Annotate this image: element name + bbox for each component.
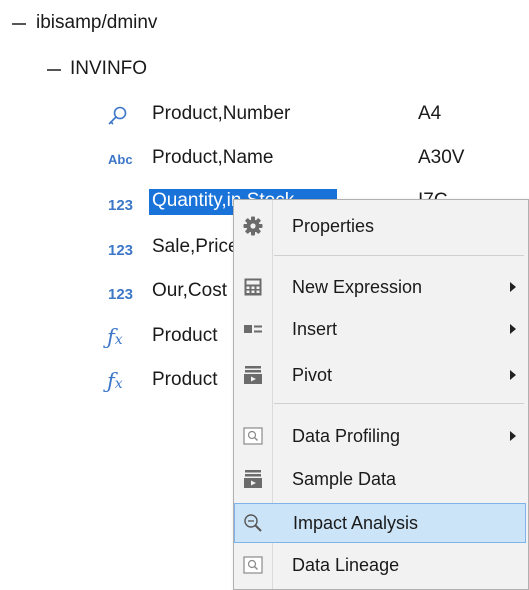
data-profiling-icon: [243, 426, 263, 446]
submenu-arrow-icon: [510, 282, 516, 292]
menu-item-insert[interactable]: Insert: [234, 310, 526, 348]
field-name[interactable]: Product,Name: [152, 146, 273, 170]
pivot-icon: [243, 365, 263, 385]
function-icon: ƒx: [107, 369, 123, 393]
field-name[interactable]: Product,Number: [152, 102, 290, 126]
menu-item-label: Properties: [292, 216, 375, 236]
numeric-icon: 123: [108, 286, 134, 303]
field-name[interactable]: Product: [152, 368, 217, 392]
field-format: A30V: [418, 147, 465, 168]
menu-item-label: Data Lineage: [292, 555, 400, 575]
field-name[interactable]: Sale,Price: [152, 235, 239, 259]
key-icon: [106, 105, 128, 127]
function-icon: ƒx: [107, 325, 123, 349]
field-name[interactable]: Product: [152, 324, 217, 348]
menu-item-label: New Expression: [292, 277, 423, 297]
menu-item-properties[interactable]: Properties: [234, 207, 526, 245]
sample-data-icon: [243, 469, 263, 489]
collapse-segment-icon[interactable]: [47, 69, 61, 71]
abc-icon: Abc: [108, 152, 133, 167]
submenu-arrow-icon: [510, 324, 516, 334]
field-format: A4: [418, 103, 442, 124]
menu-item-label: Insert: [292, 319, 338, 339]
menu-item-pivot[interactable]: Pivot: [234, 356, 526, 394]
submenu-arrow-icon: [510, 370, 516, 380]
menu-item-data-profiling[interactable]: Data Profiling: [234, 417, 526, 455]
collapse-root-icon[interactable]: [12, 23, 26, 25]
tree-root-label[interactable]: ibisamp/dminv: [36, 11, 157, 35]
menu-item-label: Pivot: [292, 365, 333, 385]
menu-item-label: Impact Analysis: [293, 513, 419, 533]
numeric-icon: 123: [108, 242, 134, 259]
menu-item-data-lineage[interactable]: Data Lineage: [234, 546, 526, 584]
submenu-arrow-icon: [510, 431, 516, 441]
menu-item-impact-analysis[interactable]: Impact Analysis: [234, 503, 526, 543]
tree-segment-label[interactable]: INVINFO: [70, 57, 147, 81]
numeric-icon: 123: [108, 197, 134, 214]
menu-item-new-expression[interactable]: New Expression: [234, 268, 526, 306]
context-menu: Properties New Expression Insert Pivot D…: [233, 199, 529, 590]
gear-icon: [243, 216, 263, 236]
field-name[interactable]: Our,Cost: [152, 279, 227, 303]
menu-item-sample-data[interactable]: Sample Data: [234, 460, 526, 498]
menu-separator: [274, 403, 524, 404]
menu-item-label: Data Profiling: [292, 426, 401, 446]
insert-icon: [243, 319, 263, 339]
data-lineage-icon: [243, 555, 263, 575]
menu-item-label: Sample Data: [292, 469, 397, 489]
calculator-icon: [243, 277, 263, 297]
menu-separator: [274, 255, 524, 256]
magnifier-icon: [243, 513, 263, 533]
